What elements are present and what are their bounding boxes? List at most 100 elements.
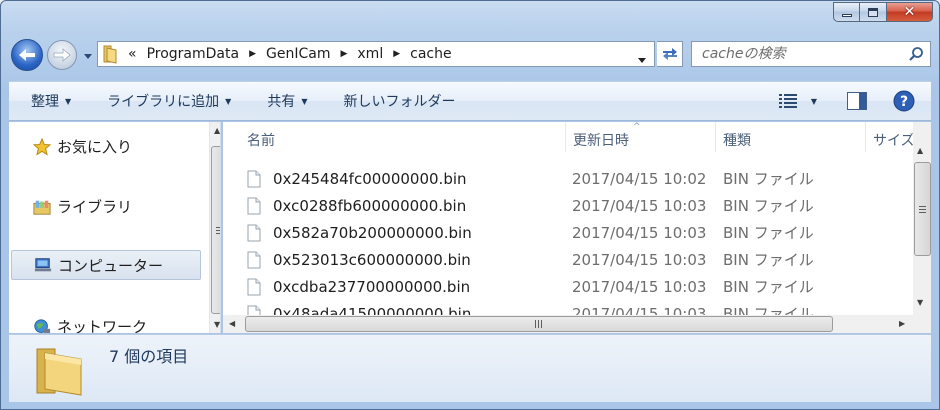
column-divider[interactable] (715, 122, 716, 152)
column-divider[interactable] (565, 122, 566, 152)
file-icon (247, 170, 261, 187)
new-folder-button[interactable]: 新しいフォルダー (343, 91, 455, 111)
nav-item-libraries[interactable]: ライブラリ (33, 196, 132, 217)
file-icon (247, 251, 261, 268)
chevron-down-icon: ▼ (301, 96, 308, 106)
forward-icon (53, 48, 71, 62)
navigation-scrollbar[interactable]: ▲ ▼ (209, 122, 220, 333)
add-to-library-label: ライブラリに追加 (107, 94, 220, 110)
star-icon (33, 137, 51, 156)
scrollbar-thumb[interactable] (245, 316, 833, 332)
grip-icon (216, 226, 220, 234)
preview-pane-icon[interactable] (847, 92, 867, 110)
sort-ascending-icon: ^ (633, 122, 641, 132)
breadcrumb-overflow[interactable]: « (128, 46, 137, 62)
scroll-right-icon[interactable]: ▶ (899, 319, 905, 328)
file-list-vertical-scrollbar[interactable]: ▲ ▼ (913, 122, 931, 316)
chevron-down-icon: ▼ (65, 96, 72, 106)
back-icon (19, 49, 35, 61)
refresh-icon (662, 48, 677, 60)
breadcrumb-separator-icon[interactable]: ▶ (249, 49, 256, 59)
column-header-name[interactable]: 名前 (247, 130, 275, 150)
share-menu[interactable]: 共有 ▼ (267, 91, 307, 111)
file-type: BIN ファイル (723, 251, 814, 269)
scroll-down-icon[interactable]: ▼ (214, 320, 220, 329)
address-dropdown-button[interactable] (638, 51, 646, 67)
breadcrumb-separator-icon[interactable]: ▶ (393, 49, 400, 59)
scroll-left-icon[interactable]: ◀ (229, 319, 235, 328)
recent-pages-button[interactable] (83, 51, 93, 61)
file-row[interactable]: 0x523013c600000000.bin 2017/04/15 10:03 … (247, 246, 897, 273)
file-type: BIN ファイル (723, 224, 814, 242)
explorer-window: ✕ « ProgramData ▶ GenICam ▶ xml ▶ cache (0, 0, 940, 410)
column-divider[interactable] (865, 122, 866, 152)
nav-label-libraries: ライブラリ (57, 198, 133, 216)
file-row[interactable]: 0x582a70b200000000.bin 2017/04/15 10:03 … (247, 219, 897, 246)
folder-icon (102, 43, 120, 65)
navigation-row: « ProgramData ▶ GenICam ▶ xml ▶ cache (11, 37, 931, 73)
breadcrumb-xml[interactable]: xml (357, 46, 383, 62)
scroll-up-icon[interactable]: ▲ (917, 146, 923, 155)
breadcrumb-programdata[interactable]: ProgramData (147, 46, 240, 62)
maximize-icon (868, 7, 878, 17)
chevron-down-icon: ▼ (225, 96, 232, 106)
file-date: 2017/04/15 10:03 (572, 223, 707, 242)
share-label: 共有 (267, 94, 296, 110)
nav-label-network: ネットワーク (57, 318, 148, 333)
file-name: 0x582a70b200000000.bin (273, 223, 472, 242)
file-date: 2017/04/15 10:02 (572, 169, 707, 188)
scrollbar-thumb[interactable] (914, 162, 931, 256)
search-input[interactable] (702, 46, 902, 62)
forward-button[interactable] (47, 40, 77, 70)
file-row[interactable]: 0x245484fc00000000.bin 2017/04/15 10:02 … (247, 165, 897, 192)
command-bar: 整理 ▼ ライブラリに追加 ▼ 共有 ▼ 新しいフォルダー ▼ ? (9, 81, 931, 121)
breadcrumb-genicam[interactable]: GenICam (266, 46, 330, 62)
file-row[interactable]: 0xc0288fb600000000.bin 2017/04/15 10:03 … (247, 192, 897, 219)
file-date: 2017/04/15 10:03 (572, 277, 707, 296)
chevron-down-icon[interactable]: ▼ (811, 97, 817, 106)
organize-menu[interactable]: 整理 ▼ (31, 91, 71, 111)
column-header-date[interactable]: 更新日時 (573, 130, 629, 150)
breadcrumb: « ProgramData ▶ GenICam ▶ xml ▶ cache (128, 46, 452, 62)
file-name: 0x245484fc00000000.bin (273, 169, 467, 188)
nav-item-computer[interactable]: コンピューター (11, 250, 201, 280)
minimize-button[interactable] (833, 2, 860, 22)
breadcrumb-separator-icon[interactable]: ▶ (340, 49, 347, 59)
folder-icon (33, 343, 87, 401)
maximize-button[interactable] (860, 2, 887, 22)
scroll-down-icon[interactable]: ▼ (917, 298, 923, 307)
nav-item-network[interactable]: ネットワーク (33, 316, 147, 333)
view-controls: ▼ ? (778, 90, 915, 112)
file-list-horizontal-scrollbar[interactable]: ◀ ▶ (223, 315, 913, 333)
search-icon[interactable] (908, 46, 924, 66)
help-icon[interactable]: ? (893, 90, 915, 112)
nav-item-favorites[interactable]: お気に入り (33, 136, 132, 157)
caption-buttons: ✕ (833, 2, 933, 22)
column-header-size[interactable]: サイズ (873, 130, 915, 150)
chevron-down-icon (84, 53, 92, 59)
file-icon (247, 197, 261, 214)
scrollbar-thumb[interactable] (211, 146, 220, 314)
computer-icon (34, 256, 52, 274)
new-folder-label: 新しいフォルダー (343, 94, 456, 110)
file-date: 2017/04/15 10:03 (572, 196, 707, 215)
column-header-row: ^ 名前 更新日時 種類 サイズ (223, 122, 931, 154)
grip-icon (535, 320, 543, 328)
item-count: 7 個の項目 (109, 347, 189, 366)
address-bar[interactable]: « ProgramData ▶ GenICam ▶ xml ▶ cache (97, 41, 655, 67)
breadcrumb-cache[interactable]: cache (410, 46, 451, 62)
scroll-up-icon[interactable]: ▲ (214, 126, 220, 135)
file-list-pane: ^ 名前 更新日時 種類 サイズ 0x245484fc00000000.bin … (223, 122, 931, 333)
back-button[interactable] (11, 39, 43, 71)
close-icon: ✕ (903, 4, 916, 20)
column-header-type[interactable]: 種類 (723, 130, 751, 150)
close-button[interactable]: ✕ (887, 2, 933, 22)
minimize-icon (841, 13, 852, 17)
file-name: 0xcdba237700000000.bin (273, 277, 471, 296)
chevron-down-icon (638, 58, 646, 63)
add-to-library-menu[interactable]: ライブラリに追加 ▼ (107, 91, 231, 111)
refresh-button[interactable] (657, 41, 683, 67)
file-icon (247, 278, 261, 295)
view-icon[interactable] (778, 94, 799, 108)
file-row[interactable]: 0xcdba237700000000.bin 2017/04/15 10:03 … (247, 273, 897, 300)
